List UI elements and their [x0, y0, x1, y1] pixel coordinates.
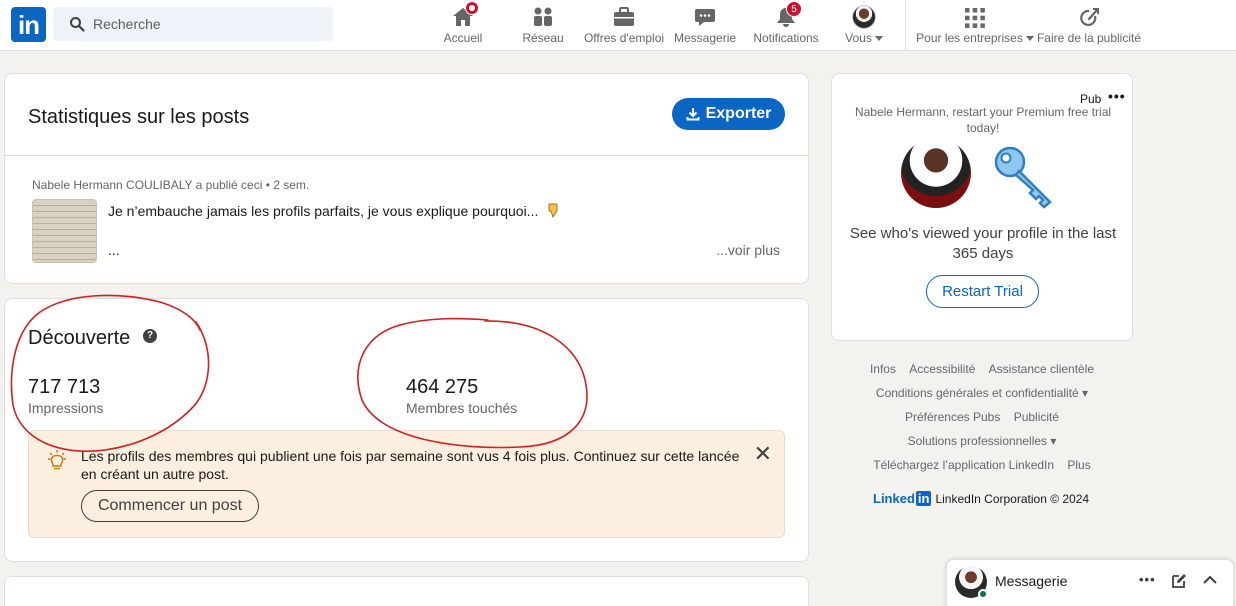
nav-network[interactable]: Réseau — [518, 3, 568, 49]
copyright: LinkedIn Corporation © 2024 — [935, 491, 1090, 506]
footer-row: Conditions générales et confidentialité … — [831, 384, 1133, 408]
footer-link-business[interactable]: Solutions professionnelles ▾ — [908, 434, 1057, 448]
close-icon[interactable]: ✕ — [754, 441, 772, 467]
pointing-down-emoji-icon — [548, 203, 558, 219]
chat-icon — [695, 9, 715, 26]
post-stats-card: Statistiques sur les posts Exporter Nabe… — [4, 73, 809, 284]
key-icon — [994, 146, 1052, 209]
footer-link-terms[interactable]: Conditions générales et confidentialité … — [876, 386, 1088, 400]
footer-link-help[interactable]: Assistance clientèle — [989, 362, 1094, 376]
messaging-title[interactable]: Messagerie — [995, 573, 1067, 589]
footer-row: Infos Accessibilité Assistance clientèle — [831, 360, 1133, 384]
messaging-bar[interactable]: Messagerie ••• — [946, 559, 1234, 606]
ad-profile-photo — [901, 138, 971, 208]
home-notification-dot — [465, 1, 479, 15]
nav-me[interactable]: Vous — [842, 3, 886, 49]
footer-link-ad-prefs[interactable]: Préférences Pubs — [905, 410, 1000, 424]
footer-link-accessibility[interactable]: Accessibilité — [909, 362, 975, 376]
avatar — [852, 5, 876, 29]
search-icon — [70, 17, 85, 32]
footer-links: Infos Accessibilité Assistance clientèle… — [831, 360, 1133, 480]
tip-text: Les profils des membres qui publient une… — [81, 448, 740, 482]
chevron-down-icon — [874, 36, 883, 42]
grid-icon — [965, 8, 985, 28]
nav-me-label: Vous — [845, 31, 872, 45]
post-thumbnail[interactable] — [32, 199, 97, 263]
online-status-dot — [978, 589, 988, 599]
nav-jobs-label: Offres d'emploi — [583, 31, 665, 45]
post-text-content: Je n’embauche jamais les profils parfait… — [108, 203, 539, 219]
discovery-card: Découverte ? 717 713 Impressions 464 275… — [4, 298, 809, 562]
footer-row: Solutions professionnelles ▾ — [831, 432, 1133, 456]
footer-brand: Linked in LinkedIn Corporation © 2024 — [873, 491, 1089, 506]
network-icon — [534, 7, 552, 26]
download-icon — [686, 108, 700, 121]
nav-home-label: Accueil — [443, 31, 483, 45]
nav-divider — [905, 0, 906, 51]
footer-link-about[interactable]: Infos — [870, 362, 896, 376]
ad-headline: See who's viewed your profile in the las… — [849, 225, 1117, 262]
nav-notifications-label: Notifications — [753, 31, 819, 45]
footer-link-more[interactable]: Plus — [1067, 458, 1090, 472]
more-options-icon[interactable]: ••• — [1139, 572, 1156, 587]
post-ellipsis: ... — [108, 242, 120, 258]
next-card — [4, 576, 809, 606]
start-post-button[interactable]: Commencer un post — [81, 490, 259, 522]
nav-advertise[interactable]: Faire de la publicité — [1036, 3, 1142, 49]
briefcase-icon — [614, 7, 634, 26]
top-navigation: in Accueil Réseau — [0, 0, 1236, 51]
lightbulb-icon — [48, 450, 66, 470]
export-button[interactable]: Exporter — [672, 98, 785, 130]
footer-row: Téléchargez l’application LinkedIn Plus — [831, 456, 1133, 480]
see-more-link[interactable]: ...voir plus — [716, 242, 780, 258]
members-reached-label: Membres touchés — [406, 400, 518, 416]
restart-trial-button[interactable]: Restart Trial — [926, 275, 1039, 308]
impressions-label: Impressions — [28, 400, 104, 416]
chevron-down-icon — [1025, 36, 1034, 42]
nav-business-label: Pour les entreprises — [916, 31, 1023, 45]
nav-network-label: Réseau — [522, 31, 564, 45]
nav-jobs[interactable]: Offres d'emploi — [582, 3, 666, 49]
post-meta-text: a publié ceci • 2 sem. — [195, 178, 310, 192]
discovery-title: Découverte — [28, 327, 131, 349]
nav-advertise-label: Faire de la publicité — [1036, 31, 1142, 45]
compose-icon[interactable] — [1171, 573, 1187, 589]
ad-more-icon[interactable]: ••• — [1108, 88, 1126, 104]
nav-messaging-label: Messagerie — [674, 31, 737, 45]
nav-notifications[interactable]: 5 Notifications — [750, 1, 822, 49]
linkedin-logo[interactable]: in — [11, 7, 46, 42]
nav-messaging[interactable]: Messagerie — [674, 3, 736, 49]
wordmark-in: in — [915, 491, 932, 506]
members-reached-value: 464 275 — [406, 376, 479, 398]
search-bar[interactable] — [53, 7, 333, 41]
post-text: Je n’embauche jamais les profils parfait… — [108, 202, 560, 219]
chevron-up-icon[interactable] — [1202, 574, 1218, 586]
impressions-value: 717 713 — [28, 376, 101, 398]
ad-promo-text: Nabele Hermann, restart your Premium fre… — [854, 105, 1112, 135]
footer-link-app[interactable]: Téléchargez l’application LinkedIn — [873, 458, 1054, 472]
card-divider — [5, 155, 808, 156]
tip-banner: Les profils des membres qui publient une… — [28, 430, 785, 538]
linkedin-wordmark: Linked in — [873, 491, 932, 506]
export-label: Exporter — [705, 105, 772, 122]
nav-home[interactable]: Accueil — [436, 1, 490, 49]
nav-business[interactable]: Pour les entreprises — [916, 3, 1034, 49]
search-input[interactable] — [93, 7, 323, 41]
post-meta: Nabele Hermann COULIBALY a publié ceci •… — [32, 178, 309, 192]
page-title: Statistiques sur les posts — [28, 106, 250, 128]
notifications-count-badge: 5 — [786, 1, 802, 17]
ads-icon — [1080, 8, 1099, 27]
footer-link-advertising[interactable]: Publicité — [1014, 410, 1059, 424]
help-icon[interactable]: ? — [143, 329, 157, 343]
wordmark-linked: Linked — [873, 491, 915, 506]
post-author[interactable]: Nabele Hermann COULIBALY — [32, 178, 192, 192]
footer-row: Préférences Pubs Publicité — [831, 408, 1133, 432]
premium-ad-card: Pub ••• Nabele Hermann, restart your Pre… — [831, 73, 1133, 341]
